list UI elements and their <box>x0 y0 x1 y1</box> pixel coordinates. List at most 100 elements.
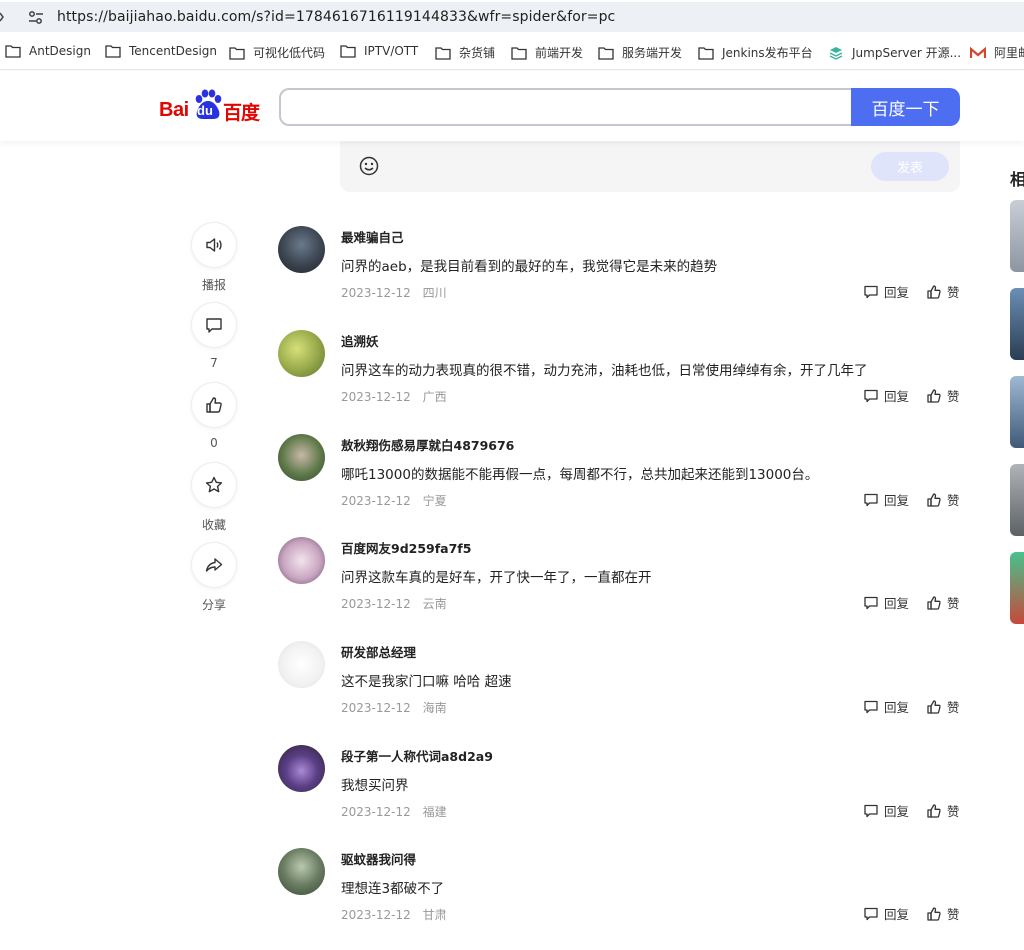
bookmark-jumpserver[interactable]: JumpServer 开源... <box>828 44 961 61</box>
site-settings-icon[interactable] <box>28 10 44 26</box>
bookmark-jenkins[interactable]: Jenkins发布平台 <box>698 44 813 61</box>
comment-author[interactable]: 敖秋翔伤感易厚就白4879676 <box>341 435 514 454</box>
like-label: 赞 <box>947 804 960 819</box>
like-action[interactable]: 0 <box>190 382 238 450</box>
address-bar[interactable]: https://baijiahao.baidu.com/s?id=1784616… <box>0 2 1024 32</box>
comment-date: 2023-12-12 <box>341 494 411 508</box>
avatar[interactable] <box>278 745 325 792</box>
comment-region: 福建 <box>422 805 447 819</box>
comment-button[interactable] <box>191 302 237 348</box>
share-action[interactable]: 分享 <box>190 542 238 613</box>
comment-like-button[interactable]: 赞 <box>926 282 960 301</box>
avatar[interactable] <box>278 537 325 584</box>
smile-icon[interactable] <box>359 156 379 176</box>
bookmark-label: 服务端开发 <box>622 46 683 60</box>
bookmark-label: IPTV/OTT <box>364 44 419 58</box>
search-input[interactable] <box>279 88 853 126</box>
broadcast-button[interactable] <box>191 222 237 268</box>
folder-icon <box>5 45 21 58</box>
comment-count-action[interactable]: 7 <box>190 302 238 370</box>
thumb-up-icon <box>927 284 941 299</box>
bookmark-aliyun-mail[interactable]: 阿里邮 <box>970 44 1024 61</box>
comment-text: 哪吒13000的数据能不能再假一点，每周都不行，总共加起来还能到13000台。 <box>341 467 819 483</box>
bookmark-misc[interactable]: 杂货铺 <box>435 44 495 61</box>
related-thumbnail[interactable] <box>1010 464 1024 536</box>
comment-date: 2023-12-12 <box>341 805 411 819</box>
bookmark-label: 可视化低代码 <box>253 46 326 60</box>
thumb-up-icon <box>927 595 941 610</box>
share-button[interactable] <box>191 542 237 588</box>
folder-icon <box>598 46 614 60</box>
comment-meta: 2023-12-12 广西 <box>341 388 455 405</box>
comment-item: 驱蚊器我问得 理想连3都破不了 2023-12-12 甘肃 回复 赞 <box>278 848 960 938</box>
comment-like-button[interactable]: 赞 <box>926 386 960 405</box>
avatar[interactable] <box>278 641 325 688</box>
comment-meta: 2023-12-12 甘肃 <box>341 906 455 923</box>
comment-like-button[interactable]: 赞 <box>926 490 960 509</box>
avatar[interactable] <box>278 226 325 273</box>
comment-text: 我想买问界 <box>341 778 409 794</box>
bookmark-antdesign[interactable]: AntDesign <box>5 44 91 58</box>
comment-text: 问界这款车真的是好车，开了快一年了，一直都在开 <box>341 570 652 586</box>
bookmark-frontend[interactable]: 前端开发 <box>511 44 583 61</box>
comment-item: 段子第一人称代词a8d2a9 我想买问界 2023-12-12 福建 回复 赞 <box>278 745 960 835</box>
comment-author[interactable]: 追溯妖 <box>341 331 379 350</box>
avatar[interactable] <box>278 848 325 895</box>
mail-icon <box>970 46 986 58</box>
related-thumbnail[interactable] <box>1010 200 1024 272</box>
comment-date: 2023-12-12 <box>341 390 411 404</box>
comment-icon <box>864 804 878 817</box>
reply-button[interactable]: 回复 <box>863 593 909 612</box>
bookmark-backend[interactable]: 服务端开发 <box>598 44 682 61</box>
like-label: 赞 <box>947 493 960 508</box>
comment-region: 甘肃 <box>422 908 447 922</box>
reply-button[interactable]: 回复 <box>863 490 909 509</box>
related-thumbnail[interactable] <box>1010 552 1024 624</box>
bookmark-iptv[interactable]: IPTV/OTT <box>340 44 418 58</box>
search-button[interactable]: 百度一下 <box>851 88 960 126</box>
reply-button[interactable]: 回复 <box>863 282 909 301</box>
reply-button[interactable]: 回复 <box>863 697 909 716</box>
comment-author[interactable]: 段子第一人称代词a8d2a9 <box>341 746 493 765</box>
back-arrow-icon[interactable] <box>0 10 4 24</box>
related-thumbnail[interactable] <box>1010 288 1024 360</box>
logo-du-text: du <box>197 103 213 118</box>
publish-button[interactable]: 发表 <box>871 152 949 181</box>
comment-date: 2023-12-12 <box>341 908 411 922</box>
reply-button[interactable]: 回复 <box>863 904 909 923</box>
like-button[interactable] <box>191 382 237 428</box>
folder-icon <box>698 46 714 60</box>
favorite-button[interactable] <box>191 462 237 508</box>
comment-date: 2023-12-12 <box>341 597 411 611</box>
comment-like-button[interactable]: 赞 <box>926 593 960 612</box>
comment-editor[interactable]: 发表 <box>340 141 960 192</box>
bookmark-label: 杂货铺 <box>459 46 496 60</box>
thumb-up-icon <box>927 388 941 403</box>
comment-like-button[interactable]: 赞 <box>926 801 960 820</box>
comment-meta: 2023-12-12 宁夏 <box>341 492 455 509</box>
comment-meta: 2023-12-12 海南 <box>341 699 455 716</box>
avatar[interactable] <box>278 434 325 481</box>
url-text[interactable]: https://baijiahao.baidu.com/s?id=1784616… <box>57 9 615 25</box>
comment-text: 理想连3都破不了 <box>341 881 445 897</box>
related-thumbnail[interactable] <box>1010 376 1024 448</box>
comment-author[interactable]: 研发部总经理 <box>341 642 416 661</box>
comment-icon <box>864 493 878 506</box>
comment-like-button[interactable]: 赞 <box>926 904 960 923</box>
favorite-action[interactable]: 收藏 <box>190 462 238 533</box>
bookmark-lowcode[interactable]: 可视化低代码 <box>229 44 325 61</box>
comment-text: 这不是我家门口嘛 哈哈 超速 <box>341 674 512 690</box>
avatar[interactable] <box>278 330 325 377</box>
comment-like-button[interactable]: 赞 <box>926 697 960 716</box>
comment-author[interactable]: 最难骗自己 <box>341 227 404 246</box>
reply-button[interactable]: 回复 <box>863 801 909 820</box>
folder-icon <box>511 46 527 60</box>
bookmark-tencentdesign[interactable]: TencentDesign <box>105 44 217 58</box>
reply-button[interactable]: 回复 <box>863 386 909 405</box>
baidu-logo[interactable]: Bai du 百度 <box>159 89 261 124</box>
comment-author[interactable]: 驱蚊器我问得 <box>341 849 416 868</box>
broadcast-action[interactable]: 播报 <box>190 222 238 293</box>
reply-label: 回复 <box>884 389 910 404</box>
comment-author[interactable]: 百度网友9d259fa7f5 <box>341 538 471 557</box>
comment-item: 敖秋翔伤感易厚就白4879676 哪吒13000的数据能不能再假一点，每周都不行… <box>278 434 960 524</box>
